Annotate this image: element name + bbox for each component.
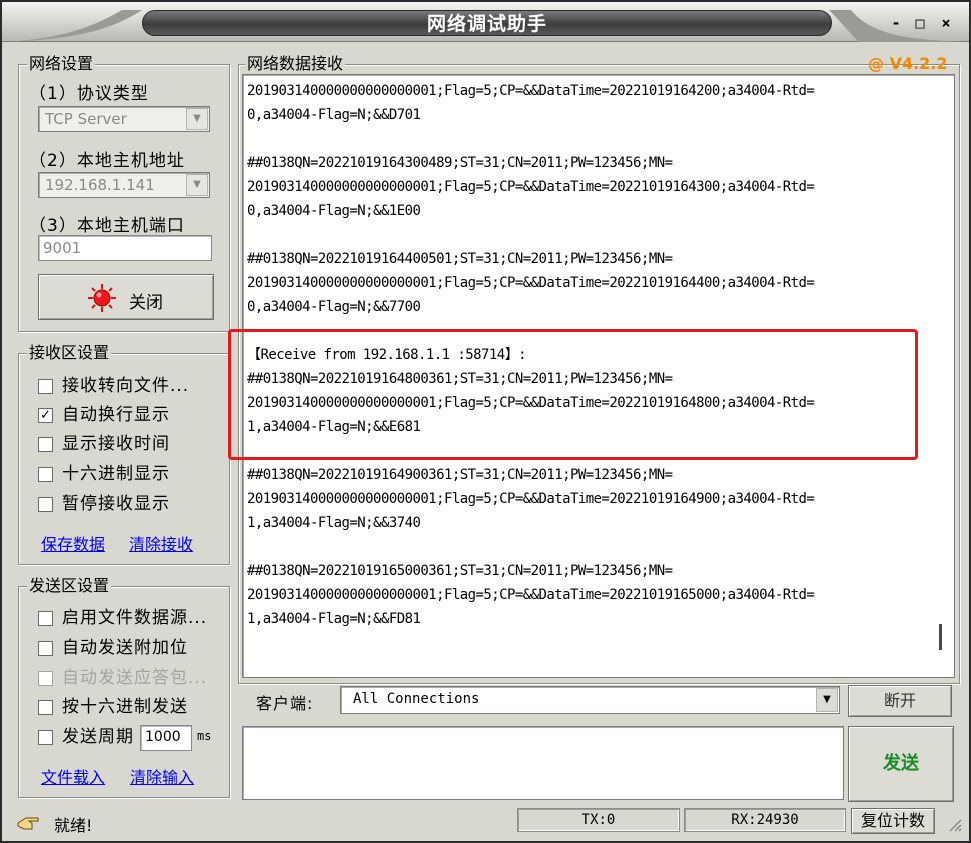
chevron-down-icon[interactable]: ▼ [186, 108, 208, 130]
local-host-value: 192.168.1.141 [45, 176, 155, 194]
receive-line [247, 535, 937, 559]
receive-settings-title: 接收区设置 [27, 343, 112, 363]
checkbox-box[interactable] [38, 497, 53, 512]
protocol-type-label: （1）协议类型 [29, 84, 149, 104]
checkbox-box[interactable] [38, 700, 53, 715]
send-period-unit: ms [197, 729, 212, 743]
close-connection-label: 关闭 [129, 293, 163, 313]
client-value: All Connections [353, 691, 480, 707]
receive-line: 0,a34004-Flag=N;&&1E00 [247, 203, 421, 219]
network-settings-title: 网络设置 [27, 54, 96, 74]
status-text: 就绪! [54, 816, 93, 835]
highlight-annotation [228, 329, 918, 460]
send-period-input[interactable]: 1000 [140, 725, 192, 751]
receive-line: 201903140000000000000001;Flag=5;CP=&&Dat… [247, 587, 815, 603]
receive-line: 201903140000000000000001;Flag=5;CP=&&Dat… [247, 275, 815, 291]
local-port-label: （3）本地主机端口 [29, 216, 185, 236]
send-input[interactable] [242, 726, 844, 800]
receive-line: 201903140000000000000001;Flag=5;CP=&&Dat… [247, 491, 815, 507]
red-status-light-icon [88, 284, 116, 312]
tx-counter: TX:0 [517, 808, 680, 832]
app-window: 网络调试助手 - □ × 网络设置 （1）协议类型 TCP Server ▼ （… [0, 0, 971, 843]
local-port-input[interactable]: 9001 [38, 235, 212, 261]
protocol-type-select[interactable]: TCP Server ▼ [38, 106, 210, 132]
checkbox-box[interactable] [38, 730, 53, 745]
checkbox-box [38, 671, 53, 686]
receive-line: 201903140000000000000001;Flag=5;CP=&&Dat… [247, 179, 815, 195]
receive-line: 201903140000000000000001;Flag=5;CP=&&Dat… [247, 83, 815, 99]
local-host-label: （2）本地主机地址 [29, 151, 185, 171]
checkbox-box[interactable] [38, 611, 53, 626]
send-button-label: 发送 [883, 753, 919, 774]
version-label: @ V4.2.2 [868, 54, 948, 73]
disconnect-button[interactable]: 断开 [848, 685, 952, 717]
clear-receive-link[interactable]: 清除接收 [129, 531, 193, 555]
send-settings-title: 发送区设置 [27, 576, 112, 596]
receive-line [247, 223, 937, 247]
receive-line: 1,a34004-Flag=N;&&FD81 [247, 611, 421, 627]
close-connection-button[interactable]: 关闭 [38, 274, 214, 320]
pointing-hand-icon [17, 817, 39, 830]
rx-counter: RX:24930 [684, 808, 846, 832]
client-select[interactable]: All Connections ▼ [340, 686, 840, 714]
save-data-link[interactable]: 保存数据 [41, 531, 105, 555]
receive-line [247, 127, 937, 151]
title-bar[interactable]: 网络调试助手 - □ × [2, 2, 969, 42]
minimize-icon[interactable]: - [884, 12, 908, 34]
receive-line: 0,a34004-Flag=N;&&7700 [247, 299, 421, 315]
receive-line: ##0138QN=20221019165000361;ST=31;CN=2011… [247, 563, 673, 579]
client-label: 客户端: [256, 694, 314, 713]
checkbox-box[interactable] [38, 641, 53, 656]
checkbox-box[interactable] [38, 379, 53, 394]
window-title: 网络调试助手 [426, 13, 547, 35]
receive-line: ##0138QN=20221019164400501;ST=31;CN=2011… [247, 251, 673, 267]
clear-input-link[interactable]: 清除输入 [130, 764, 194, 788]
load-file-link[interactable]: 文件载入 [41, 764, 105, 788]
protocol-type-value: TCP Server [45, 110, 127, 128]
chevron-down-icon[interactable]: ▼ [816, 688, 838, 712]
receive-line: 0,a34004-Flag=N;&&D701 [247, 107, 421, 123]
receive-data-title: 网络数据接收 [245, 54, 346, 74]
send-button[interactable]: 发送 [848, 726, 954, 802]
checkmark-icon[interactable]: ✓ [38, 408, 53, 423]
title-bar-decoration-left [2, 10, 142, 42]
reset-count-button[interactable]: 复位计数 [851, 808, 935, 834]
local-host-select[interactable]: 192.168.1.141 ▼ [38, 172, 210, 198]
title-capsule: 网络调试助手 [142, 10, 832, 36]
checkbox-box[interactable] [38, 467, 53, 482]
maximize-icon[interactable]: □ [908, 12, 932, 34]
receive-line: ##0138QN=20221019164300489;ST=31;CN=2011… [247, 155, 673, 171]
receive-line: 1,a34004-Flag=N;&&3740 [247, 515, 421, 531]
chevron-down-icon[interactable]: ▼ [186, 174, 208, 196]
close-icon[interactable]: × [934, 12, 958, 34]
resize-grip-icon[interactable] [947, 817, 963, 833]
receive-line: ##0138QN=20221019164900361;ST=31;CN=2011… [247, 467, 673, 483]
checkbox-box[interactable] [38, 437, 53, 452]
scrollbar-thumb[interactable] [939, 624, 942, 650]
window-controls: - □ × [876, 12, 960, 34]
